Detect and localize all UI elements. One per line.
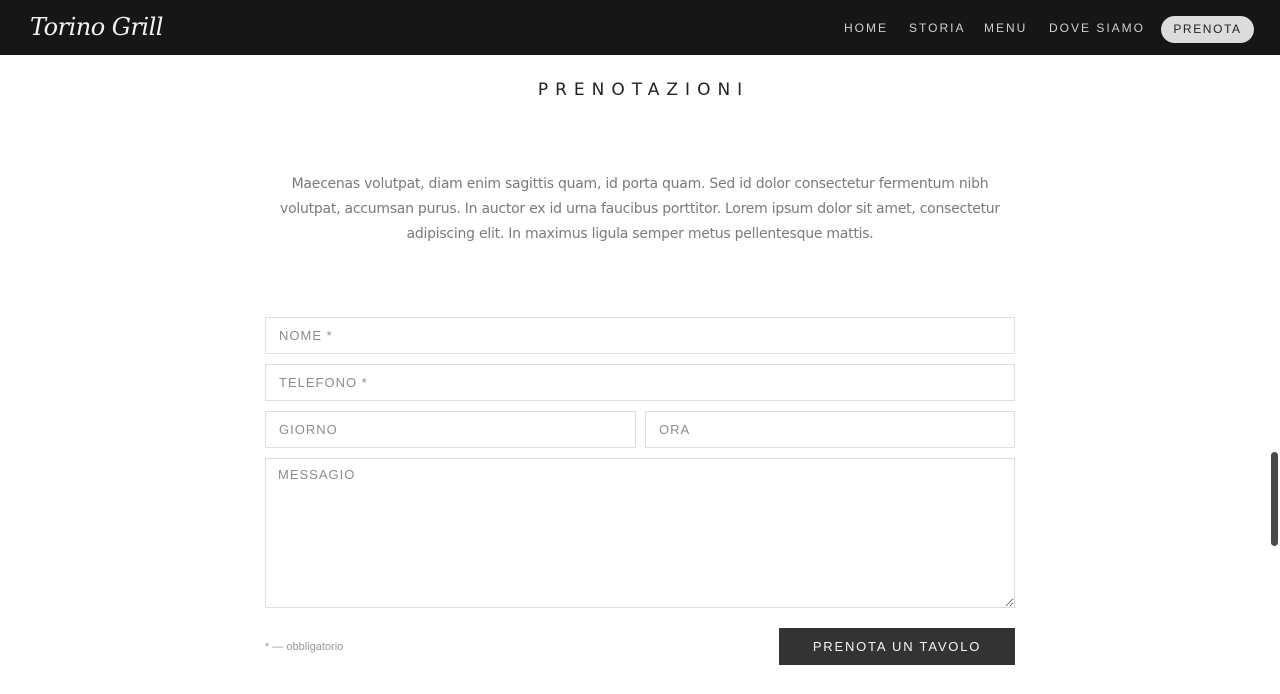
page-title: PRENOTAZIONI: [537, 80, 750, 100]
ora-field[interactable]: [645, 411, 1015, 448]
nav-link-home[interactable]: HOME: [844, 20, 888, 36]
nav-link-menu[interactable]: MENU: [984, 20, 1027, 36]
top-navbar: Torino Grill HOME STORIA MENU DOVE SIAMO…: [0, 0, 1280, 55]
giorno-field[interactable]: [265, 411, 636, 448]
telefono-field[interactable]: [265, 364, 1015, 401]
intro-paragraph: Maecenas volutpat, diam enim sagittis qu…: [280, 176, 1000, 242]
logo[interactable]: Torino Grill: [30, 11, 163, 43]
nav-link-dove-siamo[interactable]: DOVE SIAMO: [1049, 20, 1145, 36]
scrollbar-thumb[interactable]: [1271, 452, 1278, 546]
nav-link-storia[interactable]: STORIA: [909, 20, 965, 36]
messagio-field[interactable]: [265, 458, 1015, 608]
required-note: * — obbligatorio: [265, 641, 344, 653]
prenota-button[interactable]: PRENOTA: [1161, 16, 1254, 43]
nome-field[interactable]: [265, 317, 1015, 354]
prenota-un-tavolo-button[interactable]: PRENOTA UN TAVOLO: [779, 628, 1015, 665]
